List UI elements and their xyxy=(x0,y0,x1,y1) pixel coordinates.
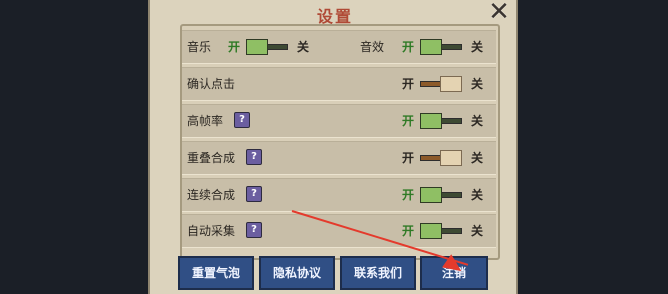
high-fps-off-label: 关 xyxy=(471,114,484,128)
music-toggle[interactable] xyxy=(246,39,288,55)
close-icon[interactable]: ✕ xyxy=(486,0,512,25)
auto-collect-label: 自动采集 xyxy=(187,224,236,238)
auto-collect-on-label: 开 xyxy=(402,224,415,238)
overlap-merge-toggle-knob xyxy=(440,150,462,166)
continuous-merge-help-icon[interactable]: ? xyxy=(246,186,262,202)
high-fps-toggle[interactable] xyxy=(420,113,462,129)
right-background xyxy=(518,0,668,294)
page-title: 设置 xyxy=(316,7,353,26)
high-fps-row: 高帧率 ? 开 关 xyxy=(182,104,496,138)
music-off-label: 关 xyxy=(297,40,310,54)
overlap-merge-label: 重叠合成 xyxy=(187,151,236,165)
confirm-click-label: 确认点击 xyxy=(187,77,236,91)
music-on-label: 开 xyxy=(228,40,241,54)
continuous-merge-row: 连续合成 ? 开 关 xyxy=(182,178,496,212)
auto-collect-off-label: 关 xyxy=(471,224,484,238)
high-fps-label: 高帧率 xyxy=(187,114,224,128)
contact-us-button[interactable]: 联系我们 xyxy=(340,256,416,290)
auto-collect-toggle-knob xyxy=(420,223,442,239)
reset-bubble-button[interactable]: 重置气泡 xyxy=(178,256,254,290)
overlap-merge-toggle[interactable] xyxy=(420,150,462,166)
overlap-merge-on-label: 开 xyxy=(402,151,415,165)
music-label: 音乐 xyxy=(187,40,212,54)
overlap-merge-help-icon[interactable]: ? xyxy=(246,149,262,165)
sound-effect-off-label: 关 xyxy=(471,40,484,54)
confirm-click-toggle[interactable] xyxy=(420,76,462,92)
privacy-policy-button[interactable]: 隐私协议 xyxy=(259,256,335,290)
sound-effect-label: 音效 xyxy=(360,40,385,54)
sound-effect-on-label: 开 xyxy=(402,40,415,54)
high-fps-on-label: 开 xyxy=(402,114,415,128)
overlap-merge-off-label: 关 xyxy=(471,151,484,165)
continuous-merge-label: 连续合成 xyxy=(187,188,236,202)
auto-collect-row: 自动采集 ? 开 关 xyxy=(182,214,496,248)
overlap-merge-row: 重叠合成 ? 开 关 xyxy=(182,141,496,175)
continuous-merge-off-label: 关 xyxy=(471,188,484,202)
continuous-merge-on-label: 开 xyxy=(402,188,415,202)
confirm-click-toggle-knob xyxy=(440,76,462,92)
continuous-merge-toggle-knob xyxy=(420,187,442,203)
left-background xyxy=(0,0,150,294)
confirm-click-row: 确认点击 开 关 xyxy=(182,67,496,101)
sound-effect-toggle[interactable] xyxy=(420,39,462,55)
high-fps-toggle-knob xyxy=(420,113,442,129)
sound-effect-toggle-knob xyxy=(420,39,442,55)
auto-collect-toggle[interactable] xyxy=(420,223,462,239)
audio-row: 音乐 开 关 音效 开 关 xyxy=(182,30,496,64)
music-toggle-knob xyxy=(246,39,268,55)
confirm-click-on-label: 开 xyxy=(402,77,415,91)
high-fps-help-icon[interactable]: ? xyxy=(234,112,250,128)
continuous-merge-toggle[interactable] xyxy=(420,187,462,203)
confirm-click-off-label: 关 xyxy=(471,77,484,91)
auto-collect-help-icon[interactable]: ? xyxy=(246,222,262,238)
